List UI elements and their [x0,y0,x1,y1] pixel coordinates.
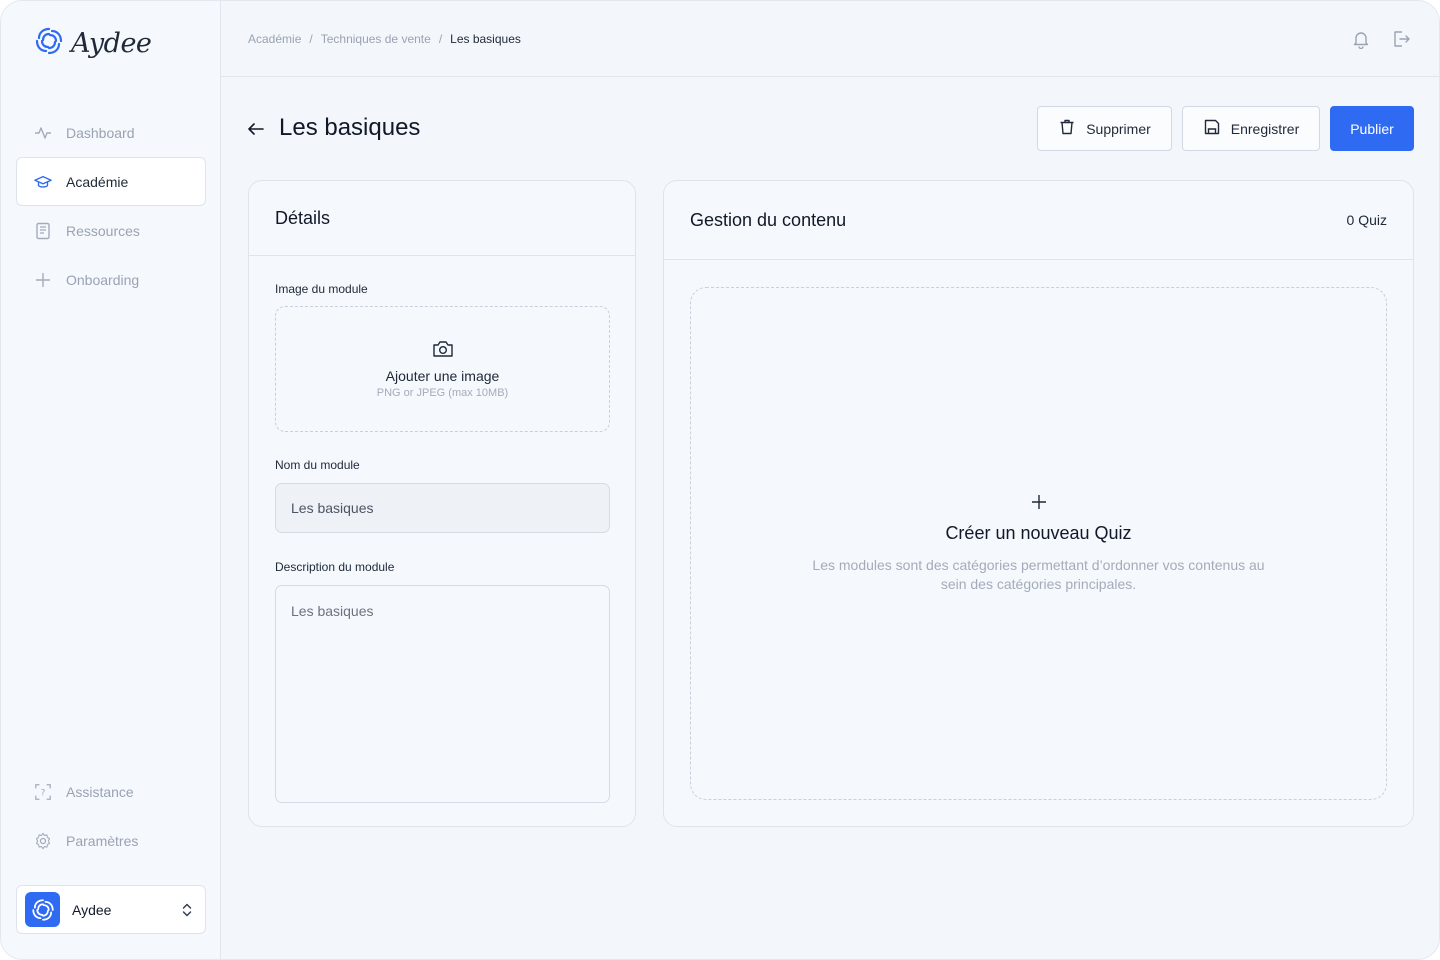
breadcrumb-separator: / [309,32,313,46]
sidebar-bottom-nav: ? Assistance Paramètres [16,767,206,865]
trash-icon [1058,118,1076,139]
activity-icon [34,124,52,142]
module-description-textarea[interactable]: Les basiques [275,585,610,803]
help-frame-icon: ? [34,783,52,801]
avatar [25,892,60,927]
sidebar-item-label: Dashboard [66,124,135,141]
details-title: Détails [275,207,331,228]
delete-button[interactable]: Supprimer [1037,106,1172,151]
plus-icon [34,271,52,289]
content-card: Gestion du contenu 0 Quiz Créer un nouve… [663,180,1414,827]
graduation-cap-icon [34,173,52,191]
sidebar-item-label: Académie [66,173,129,190]
create-quiz-description: Les modules sont des catégories permetta… [812,556,1265,592]
name-field-label: Nom du module [275,458,360,472]
aydee-swirl-icon [33,25,65,62]
image-dropzone[interactable]: Ajouter une image PNG or JPEG (max 10MB) [275,306,610,432]
sidebar-item-label: Ressources [66,222,140,239]
sidebar-item-ressources[interactable]: Ressources [16,206,206,255]
create-quiz-title: Créer un nouveau Quiz [945,522,1132,543]
image-dropzone-title: Ajouter une image [385,368,500,384]
sidebar-item-label: Assistance [66,783,134,800]
camera-icon [432,339,454,364]
breadcrumb-separator: / [438,32,443,46]
save-button[interactable]: Enregistrer [1182,106,1320,151]
brand-name: Aydee [71,28,152,59]
save-label: Enregistrer [1230,120,1300,137]
sidebar-item-label: Onboarding [66,271,140,288]
content-card-header: Gestion du contenu 0 Quiz [664,181,1413,260]
image-field-label: Image du module [275,282,368,296]
floppy-disk-icon [1203,118,1221,139]
app-window: Aydee Dashboard Académie Ressources Onbo… [0,0,1440,960]
breadcrumb-item-techniques[interactable]: Techniques de vente [321,32,431,46]
sidebar: Aydee Dashboard Académie Ressources Onbo… [1,1,221,959]
sidebar-item-onboarding[interactable]: Onboarding [16,255,206,304]
plus-icon [1031,494,1047,515]
delete-label: Supprimer [1086,120,1151,137]
top-actions [1351,29,1411,54]
chevron-up-down-icon [181,902,193,918]
create-quiz-dropzone[interactable]: Créer un nouveau Quiz Les modules sont d… [690,287,1387,800]
sidebar-item-label: Paramètres [66,832,139,849]
quiz-count-badge: 0 Quiz [1346,212,1387,228]
content-title: Gestion du contenu [690,209,847,230]
notebook-icon [34,222,52,240]
account-switcher[interactable]: Aydee [16,885,206,934]
logout-icon[interactable] [1391,29,1411,54]
back-arrow-icon[interactable] [246,119,266,144]
breadcrumb-item-academie[interactable]: Académie [248,32,301,46]
publish-button[interactable]: Publier [1330,106,1414,151]
account-name: Aydee [72,901,112,918]
sidebar-item-academie[interactable]: Académie [16,157,206,206]
sidebar-item-parametres[interactable]: Paramètres [16,816,206,865]
module-name-input[interactable]: Les basiques [275,483,610,533]
page-title: Les basiques [279,114,421,141]
details-card: Détails Image du module Ajouter une imag… [248,180,636,827]
sidebar-item-assistance[interactable]: ? Assistance [16,767,206,816]
gear-icon [34,832,52,850]
top-bar: Académie / Techniques de vente / Les bas… [221,1,1439,77]
sidebar-nav: Dashboard Académie Ressources Onboarding [16,108,206,304]
details-card-header: Détails [249,181,635,256]
description-field-label: Description du module [275,560,395,574]
sidebar-item-dashboard[interactable]: Dashboard [16,108,206,157]
bell-icon[interactable] [1351,29,1371,54]
svg-text:?: ? [41,788,46,798]
breadcrumb: Académie / Techniques de vente / Les bas… [248,32,521,46]
image-dropzone-hint: PNG or JPEG (max 10MB) [376,387,509,399]
brand-logo[interactable]: Aydee [33,25,152,62]
breadcrumb-item-current: Les basiques [450,32,521,46]
